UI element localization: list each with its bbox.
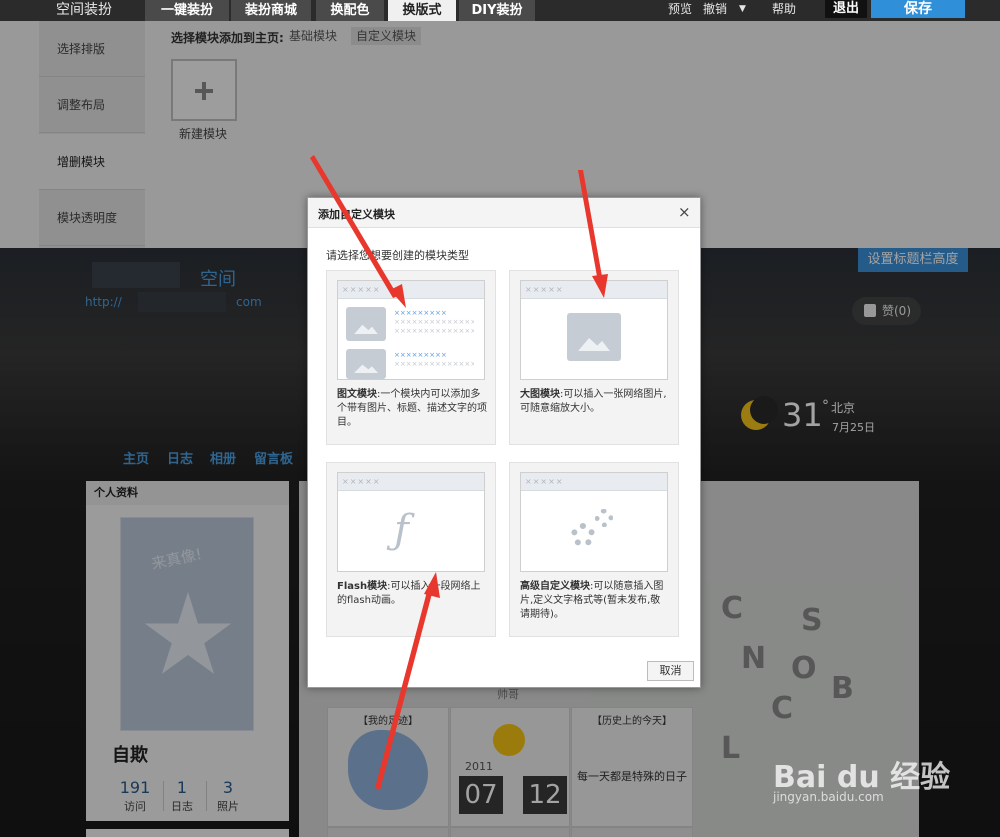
card-advanced-custom-module[interactable]: ××××× 高级自定义模块:可以随意插入图片,定义文字格式等(暂未发布,敬请期待… <box>509 462 679 637</box>
flash-desc: Flash模块:可以插入一段网络上的flash动画。 <box>337 581 481 606</box>
large-image-preview: ××××× <box>520 280 668 380</box>
preview-link[interactable]: 预览 <box>668 0 692 18</box>
close-icon[interactable]: × <box>678 203 691 221</box>
dialog-header: 添加自定义模块 × <box>308 198 700 228</box>
undo-link[interactable]: 撤销 <box>703 0 727 18</box>
tab-layout[interactable]: 换版式 <box>388 0 456 21</box>
gear-icon <box>571 523 595 547</box>
gear-icon <box>595 509 613 527</box>
advanced-preview: ××××× <box>520 472 668 572</box>
undo-dropdown-icon[interactable]: ▼ <box>739 0 746 18</box>
tab-color-scheme[interactable]: 换配色 <box>316 0 384 21</box>
tab-one-click-dress[interactable]: 一键装扮 <box>145 0 229 21</box>
image-icon <box>567 313 621 361</box>
cancel-button[interactable]: 取消 <box>647 661 694 681</box>
tab-dress-mall[interactable]: 装扮商城 <box>231 0 311 21</box>
card-image-text-module[interactable]: ××××× ××××××××× ×××××××××××××× ×××××××××… <box>326 270 496 445</box>
large-image-desc: 大图模块:可以插入一张网络图片,可随意缩放大小。 <box>520 389 667 414</box>
flash-icon: ƒ <box>394 507 409 553</box>
baidu-watermark-url: jingyan.baidu.com <box>773 790 884 804</box>
top-toolbar: 空间装扮 一键装扮 装扮商城 换配色 换版式 DIY装扮 预览 撤销 ▼ 帮助 … <box>0 0 1000 21</box>
dialog-title: 添加自定义模块 <box>318 208 395 221</box>
save-button[interactable]: 保存 <box>871 0 965 18</box>
card-flash-module[interactable]: ××××× ƒ Flash模块:可以插入一段网络上的flash动画。 <box>326 462 496 637</box>
image-text-desc: 图文模块:一个模块内可以添加多个带有图片、标题、描述文字的项目。 <box>337 389 487 428</box>
toolbar-brand: 空间装扮 <box>56 2 112 18</box>
image-text-preview: ××××× ××××××××× ×××××××××××××× ×××××××××… <box>337 280 485 380</box>
add-custom-module-dialog: 添加自定义模块 × 请选择您想要创建的模块类型 ××××× ××××××××× … <box>307 197 701 688</box>
help-link[interactable]: 帮助 <box>772 0 796 18</box>
advanced-desc: 高级自定义模块:可以随意插入图片,定义文字格式等(暂未发布,敬请期待)。 <box>520 581 664 620</box>
image-icon <box>346 307 386 341</box>
exit-button[interactable]: 退出 <box>825 0 867 18</box>
flash-preview: ××××× ƒ <box>337 472 485 572</box>
dialog-hint: 请选择您想要创建的模块类型 <box>326 249 469 262</box>
tab-diy[interactable]: DIY装扮 <box>459 0 535 21</box>
image-icon <box>346 349 386 379</box>
card-large-image-module[interactable]: ××××× 大图模块:可以插入一张网络图片,可随意缩放大小。 <box>509 270 679 445</box>
